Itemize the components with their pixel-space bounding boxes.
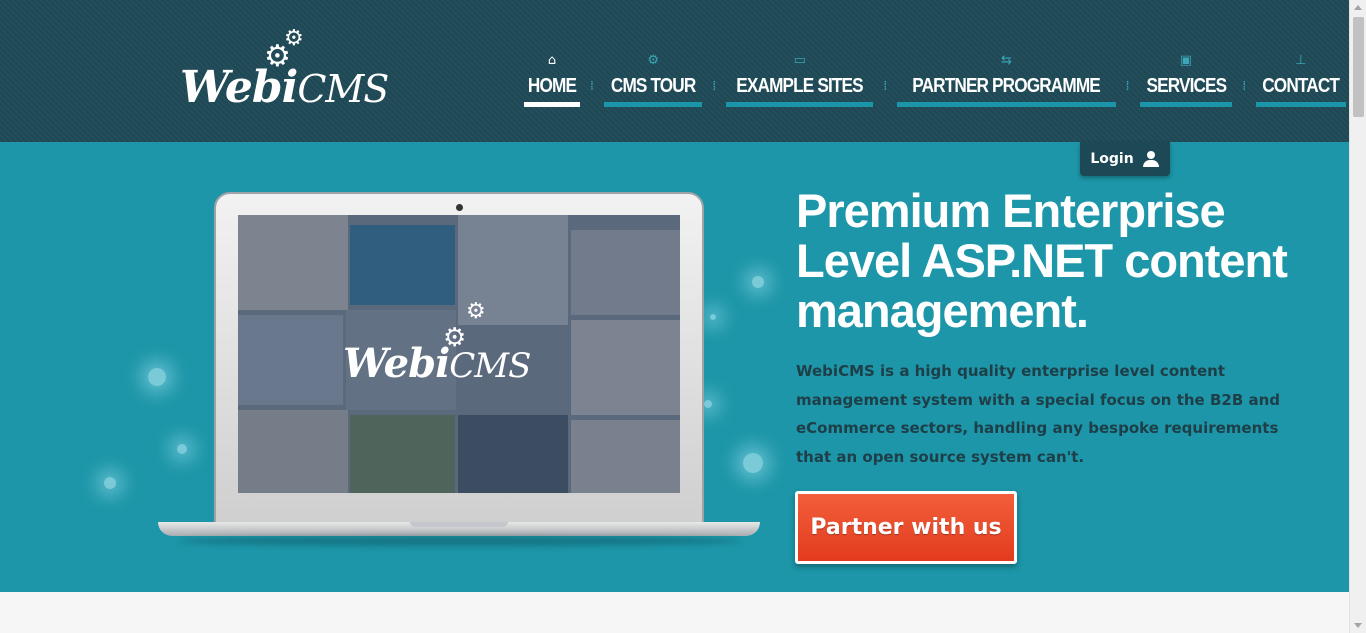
gear-icon: ⚙ — [466, 299, 486, 324]
laptop-screen: ⚙ ⚙ WebiCMS — [238, 215, 680, 493]
page: ⚙ ⚙ WebiCMS ⌂ HOME ⁞ ⚙ CMS TOUR ⁞ ▭ EXAM… — [0, 0, 1366, 633]
box-icon: ▣ — [1179, 53, 1193, 68]
site-header: ⚙ ⚙ WebiCMS ⌂ HOME ⁞ ⚙ CMS TOUR ⁞ ▭ EXAM… — [0, 0, 1349, 142]
laptop-shadow — [180, 536, 740, 546]
nav-label: PARTNER PROGRAMME — [912, 75, 1102, 97]
nav-underline — [604, 102, 703, 107]
hero-intro: WebiCMS is a high quality enterprise lev… — [796, 362, 1281, 466]
user-icon — [1142, 151, 1160, 167]
gear-icon: ⚙ — [647, 53, 659, 68]
nav-underline — [524, 102, 580, 107]
nav-separator: ⁞ — [589, 79, 595, 94]
nav-underline — [1256, 102, 1346, 107]
scroll-thumb[interactable] — [1353, 17, 1364, 117]
nav-label: CONTACT — [1262, 75, 1341, 97]
logo-text: WebiCMS — [180, 62, 389, 113]
decorative-glow — [104, 477, 116, 489]
nav-underline — [1139, 102, 1233, 107]
nav-separator: ⁞ — [1242, 79, 1247, 94]
monitor-icon: ▭ — [793, 53, 806, 68]
handshake-icon: ⇆ — [1000, 53, 1012, 68]
screen-logo-text: WebiCMS — [343, 340, 531, 387]
scroll-down-icon[interactable] — [1354, 623, 1362, 628]
main-nav: ⌂ HOME ⁞ ⚙ CMS TOUR ⁞ ▭ EXAMPLE SITES ⁞ … — [524, 52, 1346, 112]
nav-label: SERVICES — [1146, 75, 1227, 97]
hero-headline: Premium Enterprise Level ASP.NET content… — [796, 184, 1288, 337]
nav-separator: ⁞ — [712, 79, 717, 94]
nav-separator: ⁞ — [1125, 79, 1130, 94]
nav-label: EXAMPLE SITES — [736, 75, 864, 97]
webicms-logo[interactable]: ⚙ ⚙ WebiCMS — [178, 28, 389, 118]
login-label: Login — [1090, 151, 1134, 167]
nav-item-partner-programme[interactable]: ⇆ PARTNER PROGRAMME — [897, 52, 1116, 107]
decorative-glow — [710, 314, 716, 320]
pin-icon: ⊥ — [1295, 53, 1307, 68]
laptop-camera — [456, 204, 463, 211]
vertical-scrollbar[interactable] — [1349, 0, 1366, 633]
nav-separator: ⁞ — [883, 79, 888, 94]
laptop-notch — [410, 522, 508, 527]
home-icon: ⌂ — [547, 53, 557, 68]
nav-underline — [726, 102, 874, 107]
partner-with-us-button[interactable]: Partner with us — [795, 491, 1017, 564]
nav-label: HOME — [527, 75, 577, 97]
content-area — [0, 592, 1349, 633]
decorative-glow — [704, 400, 712, 408]
decorative-glow — [177, 444, 187, 454]
login-button[interactable]: Login — [1080, 142, 1170, 176]
scroll-up-icon[interactable] — [1354, 5, 1362, 10]
nav-item-cms-tour[interactable]: ⚙ CMS TOUR — [604, 52, 703, 107]
nav-item-services[interactable]: ▣ SERVICES — [1139, 52, 1233, 107]
decorative-glow — [148, 368, 166, 386]
nav-item-home[interactable]: ⌂ HOME — [524, 52, 580, 107]
decorative-glow — [743, 453, 763, 473]
nav-item-contact[interactable]: ⊥ CONTACT — [1256, 52, 1346, 107]
nav-label: CMS TOUR — [610, 75, 696, 97]
nav-item-example-sites[interactable]: ▭ EXAMPLE SITES — [726, 52, 874, 107]
nav-underline — [897, 102, 1116, 107]
decorative-glow — [752, 276, 764, 288]
